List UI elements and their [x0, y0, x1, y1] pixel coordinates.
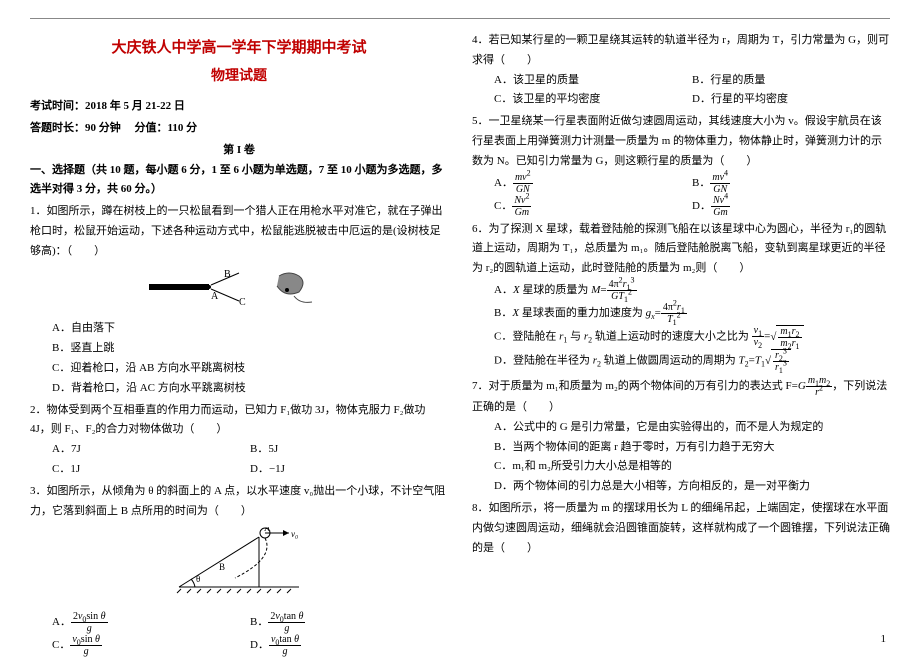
q3-optC: C．v0sin θg — [52, 634, 250, 657]
q7-optD: D．两个物体间的引力总是大小相等，方向相反的，是一对平衡力 — [472, 477, 890, 497]
svg-text:θ: θ — [196, 574, 200, 584]
q2-optA: A．7J — [52, 440, 250, 460]
title-main: 大庆铁人中学高一学年下学期期中考试 — [30, 35, 448, 62]
svg-text:v₀: v₀ — [291, 529, 298, 539]
svg-text:B: B — [219, 562, 225, 572]
q3-optA: A．2v0sin θg — [52, 611, 250, 634]
q5-options: A．mv2GN B．mv4GN C．Nv2Gm D．Nv4Gm — [472, 172, 890, 218]
q1-diagram: B A C — [30, 268, 448, 314]
exam-time: 考试时间：2018 年 5 月 21-22 日 — [30, 97, 448, 117]
part-label: 第 I 卷 — [30, 141, 448, 161]
q4-text: 4．若已知某行星的一颗卫星绕其运转的轨道半径为 r，周期为 T，引力常量为 G，… — [472, 31, 890, 71]
svg-text:C: C — [239, 297, 246, 306]
q1-text: 1．如图所示，蹲在树枝上的一只松鼠看到一个猎人正在用枪水平对准它，就在子弹出枪口… — [30, 202, 448, 261]
q6-text: 6．为了探测 X 星球，载着登陆舱的探测飞船在以该星球中心为圆心，半径为 r₁的… — [472, 220, 890, 279]
q4-optC: C．该卫星的平均密度 — [494, 90, 692, 110]
q3-optB: B．2v0tan θg — [250, 611, 448, 634]
right-column: 4．若已知某行星的一颗卫星绕其运转的轨道半径为 r，周期为 T，引力常量为 G，… — [472, 29, 890, 657]
q7-text: 7．对于质量为 m₁和质量为 m₂的两个物体间的万有引力的表达式 F=Gm1m2… — [472, 375, 890, 418]
q3-diagram: A v₀ B θ — [30, 527, 448, 605]
q6-optD: D．登陆舱在半径为 r2 轨道上做圆周运动的周期为 T2=T1√r23r13 — [472, 349, 890, 373]
q6-optC: C．登陆舱在 r1 与 r2 轨道上运动时的速度大小之比为 v1v2=√m1r2… — [472, 325, 890, 349]
left-column: 大庆铁人中学高一学年下学期期中考试 物理试题 考试时间：2018 年 5 月 2… — [30, 29, 448, 657]
q2-optB: B．5J — [250, 440, 448, 460]
q6-optB: B．X 星球表面的重力加速度为 gx=4π2r1T12 — [472, 302, 890, 325]
q3-options: A．2v0sin θg B．2v0tan θg C．v0sin θg D．v0t… — [30, 611, 448, 657]
q1-optA: A．自由落下 — [30, 319, 448, 339]
q4-optA: A．该卫星的质量 — [494, 71, 692, 91]
q1-optC: C．迎着枪口，沿 AB 方向水平跳离树枝 — [30, 359, 448, 379]
q5-optC: C．Nv2Gm — [494, 195, 692, 218]
q5-optD: D．Nv4Gm — [692, 195, 890, 218]
q7-optA: A．公式中的 G 是引力常量，它是由实验得出的，而不是人为规定的 — [472, 418, 890, 438]
svg-text:A: A — [211, 291, 219, 302]
q4-optB: B．行星的质量 — [692, 71, 890, 91]
meta-row: 答题时长：90 分钟 分值：110 分 — [30, 119, 448, 139]
q5-text: 5．一卫星绕某一行星表面附近做匀速圆周运动，其线速度大小为 v。假设宇航员在该行… — [472, 112, 890, 171]
q5-optB: B．mv4GN — [692, 172, 890, 195]
svg-text:B: B — [224, 269, 231, 280]
q2-optC: C．1J — [52, 460, 250, 480]
section1-heading: 一、选择题（共 10 题，每小题 6 分，1 至 6 小题为单选题，7 至 10… — [30, 161, 448, 201]
q8-text: 8．如图所示，将一质量为 m 的摆球用长为 L 的细绳吊起，上端固定，使摆球在水… — [472, 499, 890, 558]
q2-text: 2．物体受到两个互相垂直的作用力而运动，已知力 F₁做功 3J，物体克服力 F₂… — [30, 401, 448, 441]
q2-optD: D．−1J — [250, 460, 448, 480]
page-number: 1 — [881, 633, 887, 645]
q1-optD: D．背着枪口，沿 AC 方向水平跳离树枝 — [30, 379, 448, 399]
title-sub: 物理试题 — [30, 64, 448, 89]
q5-optA: A．mv2GN — [494, 172, 692, 195]
q6-optA: A．X 星球的质量为 M=4π2r13GT12 — [472, 279, 890, 302]
svg-text:A: A — [264, 527, 271, 533]
q3-text: 3．如图所示，从倾角为 θ 的斜面上的 A 点，以水平速度 v₀抛出一个小球，不… — [30, 482, 448, 522]
q7-optB: B．当两个物体间的距离 r 趋于零时，万有引力趋于无穷大 — [472, 438, 890, 458]
q3-optD: D．v0tan θg — [250, 634, 448, 657]
q4-optD: D．行星的平均密度 — [692, 90, 890, 110]
q7-optC: C．m₁和 m₂所受引力大小总是相等的 — [472, 457, 890, 477]
q1-optB: B．竖直上跳 — [30, 339, 448, 359]
